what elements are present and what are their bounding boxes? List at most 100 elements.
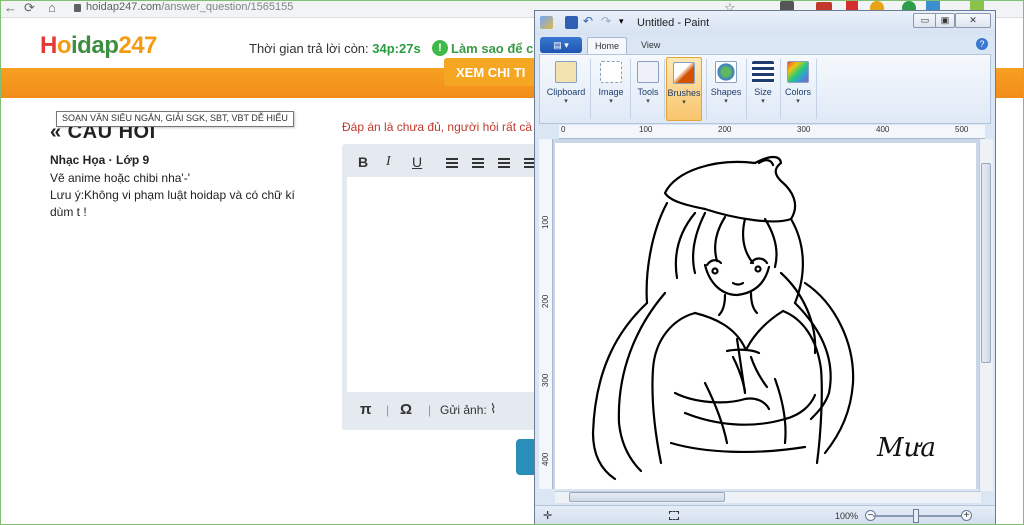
minimize-button[interactable]: ▭ <box>913 13 937 28</box>
ruler-tick-label: 300 <box>797 125 811 134</box>
dropdown-arrow-icon: ▾ <box>564 98 568 105</box>
underline-button[interactable]: U <box>412 154 422 170</box>
ribbon-brushes[interactable]: Brushes ▾ <box>666 57 702 121</box>
vertical-scroll-thumb[interactable] <box>981 163 991 363</box>
selection-size-icon <box>669 511 679 520</box>
image-label: Image <box>598 87 624 97</box>
customize-icon[interactable]: ▾ <box>619 16 624 27</box>
question-note: Lưu ý:Không vi phạm luật hoidap và có ch… <box>50 188 295 219</box>
zoom-in-button[interactable]: + <box>961 510 972 521</box>
dropdown-arrow-icon: ▾ <box>796 98 800 105</box>
address-bar[interactable]: hoidap247.com/answer_question/1565155 <box>86 1 293 13</box>
separator: | <box>386 403 390 417</box>
paperclip-icon[interactable]: ⌇ <box>490 401 496 417</box>
ruler-tick-label: 100 <box>541 215 550 229</box>
maximize-button[interactable]: ▣ <box>935 13 955 28</box>
paint-ribbon: Clipboard ▾ Image ▾ Tools ▾ Brushes ▾ Sh… <box>539 54 991 124</box>
shapes-icon <box>715 61 737 83</box>
logo-o: o <box>56 32 72 59</box>
file-menu-button[interactable]: ▤ ▾ <box>540 37 582 53</box>
question-subject: Nhạc Họa · Lớp 9 <box>50 153 150 167</box>
logo-text: idap <box>71 32 119 59</box>
cursor-position-icon: ✛ <box>543 510 553 522</box>
ribbon-separator <box>706 59 707 119</box>
italic-button[interactable]: I <box>386 154 391 170</box>
zoom-slider-thumb[interactable] <box>913 509 919 523</box>
answer-textarea[interactable] <box>347 177 542 392</box>
close-button[interactable]: ✕ <box>955 13 991 28</box>
howto-link[interactable]: Làm sao để có <box>451 41 541 56</box>
dropdown-arrow-icon: ▾ <box>761 98 765 105</box>
ribbon-colors[interactable]: Colors ▾ <box>782 57 814 121</box>
brush-icon <box>673 62 695 84</box>
signature-text: Mưa <box>877 433 936 463</box>
ruler-tick-label: 0 <box>561 125 566 134</box>
colors-label: Colors <box>784 87 811 97</box>
align-right-icon[interactable] <box>498 158 510 168</box>
reload-icon[interactable]: ⟳ <box>24 0 35 16</box>
select-icon <box>600 61 622 83</box>
tooltip: SOẠN VĂN SIÊU NGẮN, GIẢI SGK, SBT, VBT D… <box>56 111 294 127</box>
paint-window: ↶ ↷ ▾ Untitled - Paint ▭ ▣ ✕ ▤ ▾ Home Vi… <box>534 10 996 525</box>
align-left-icon[interactable] <box>446 158 458 168</box>
view-detail-button[interactable]: XEM CHI TI <box>444 58 544 86</box>
paint-app-icon <box>540 16 553 29</box>
ribbon-separator <box>746 59 747 119</box>
logo-h: H <box>40 32 57 59</box>
bold-button[interactable]: B <box>358 154 368 170</box>
clipboard-label: Clipboard <box>546 87 586 97</box>
url-path: /answer_question/1565155 <box>161 1 294 13</box>
info-icon: ! <box>432 40 448 56</box>
ribbon-separator <box>664 59 665 119</box>
tools-label: Tools <box>637 87 659 97</box>
ribbon-tools[interactable]: Tools ▾ <box>634 57 662 121</box>
undo-icon[interactable]: ↶ <box>583 14 593 28</box>
align-center-icon[interactable] <box>472 158 484 168</box>
dropdown-arrow-icon: ▾ <box>609 98 613 105</box>
home-icon[interactable]: ⌂ <box>48 0 56 15</box>
paint-title-bar[interactable]: ↶ ↷ ▾ Untitled - Paint ▭ ▣ ✕ <box>535 11 995 35</box>
timer-label: Thời gian trả lời còn: <box>249 41 369 56</box>
ribbon-size[interactable]: Size ▾ <box>748 57 778 121</box>
timer-value: 34p:27s <box>372 41 421 56</box>
dropdown-arrow-icon: ▾ <box>646 98 650 105</box>
zoom-slider[interactable] <box>873 515 965 517</box>
ribbon-shapes[interactable]: Shapes ▾ <box>708 57 744 121</box>
dropdown-arrow-icon: ▾ <box>724 98 728 105</box>
size-label: Size <box>754 87 772 97</box>
dropdown-arrow-icon: ▾ <box>682 99 686 106</box>
horizontal-scroll-thumb[interactable] <box>569 492 725 502</box>
ribbon-clipboard[interactable]: Clipboard ▾ <box>544 57 588 121</box>
vertical-ruler: 100 200 300 400 <box>539 139 553 489</box>
size-icon <box>752 61 774 83</box>
help-icon[interactable]: ? <box>976 38 988 50</box>
site-logo[interactable]: Hoidap247 <box>40 32 157 60</box>
save-icon[interactable] <box>565 16 578 29</box>
ribbon-separator <box>630 59 631 119</box>
ruler-tick-label: 200 <box>541 294 550 308</box>
separator: | <box>428 403 432 417</box>
clipboard-icon <box>555 61 577 83</box>
pi-button[interactable]: π <box>360 401 371 418</box>
editor-toolbar: B I U <box>348 148 538 176</box>
ribbon-separator <box>780 59 781 119</box>
ribbon-image[interactable]: Image ▾ <box>594 57 628 121</box>
ruler-tick-label: 200 <box>718 125 732 134</box>
ruler-tick-label: 300 <box>541 373 550 387</box>
back-icon[interactable]: ← <box>4 0 17 15</box>
logo-number: 247 <box>118 32 157 59</box>
answer-warning: Đáp án là chưa đủ, người hỏi rất cầ <box>342 120 533 134</box>
drawing-canvas[interactable]: Mưa <box>555 143 976 489</box>
redo-icon[interactable]: ↷ <box>601 14 611 28</box>
tab-home[interactable]: Home <box>587 37 628 54</box>
zoom-level: 100% <box>835 511 859 521</box>
horizontal-ruler: 0 100 200 300 400 500 <box>559 125 985 139</box>
tab-view[interactable]: View <box>634 37 667 54</box>
colors-icon <box>787 61 809 83</box>
lock-icon <box>74 4 81 12</box>
omega-button[interactable]: Ω <box>400 401 412 418</box>
ruler-tick-label: 500 <box>955 125 969 134</box>
status-bar: ✛ 100% − + <box>535 505 995 525</box>
paint-title: Untitled - Paint <box>637 17 710 29</box>
brushes-label: Brushes <box>667 88 701 98</box>
